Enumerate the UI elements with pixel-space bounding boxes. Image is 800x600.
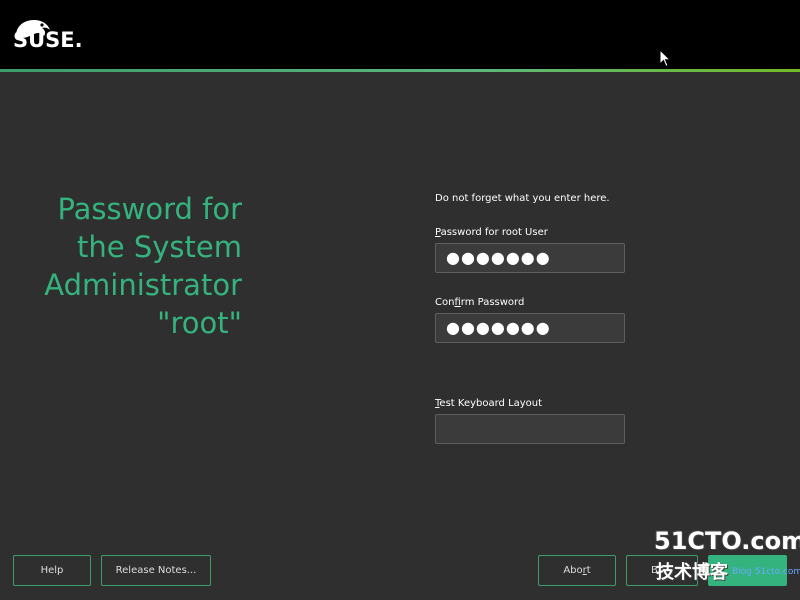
page-title-line: Password for <box>57 192 242 226</box>
watermark-blog: 技术博客 <box>656 562 728 583</box>
installer-screen: SUSE. Password for the System Administra… <box>0 0 800 600</box>
keyboard-test-label-text: est Keyboard Layout <box>439 398 543 409</box>
watermark: 51CTO.com 技术博客 Blog 51cto.com <box>654 527 800 587</box>
page-title-line: "root" <box>157 306 242 340</box>
header-accent-line <box>0 69 800 72</box>
keyboard-test-field[interactable] <box>435 414 625 444</box>
confirm-label-prefix: Con <box>435 297 455 308</box>
top-bar: SUSE. <box>0 0 800 69</box>
suse-logo-text: SUSE. <box>13 28 83 52</box>
abort-label-suffix: t <box>586 565 591 576</box>
help-button[interactable]: Help <box>13 555 91 586</box>
abort-button[interactable]: Abort <box>538 555 616 586</box>
password-label-text: assword for root User <box>440 227 548 238</box>
password-label: Password for root User <box>435 227 548 238</box>
password-field-value: ●●●●●●● <box>446 248 551 267</box>
confirm-label-text: irm Password <box>460 297 525 308</box>
abort-label-prefix: Abo <box>563 565 583 576</box>
confirm-password-field[interactable]: ●●●●●●● <box>435 313 625 343</box>
mouse-pointer-icon <box>659 49 671 68</box>
password-field[interactable]: ●●●●●●● <box>435 243 625 273</box>
watermark-url: Blog 51cto.com <box>732 567 800 577</box>
confirm-password-label: Confirm Password <box>435 297 524 308</box>
keyboard-test-label: Test Keyboard Layout <box>435 398 542 409</box>
release-notes-button[interactable]: Release Notes... <box>101 555 211 586</box>
page-title-line: the System <box>77 230 242 264</box>
watermark-site: 51CTO.com <box>654 527 800 555</box>
confirm-password-field-value: ●●●●●●● <box>446 318 551 337</box>
page-title: Password for the System Administrator "r… <box>20 190 242 342</box>
page-title-line: Administrator <box>44 268 242 302</box>
password-hint: Do not forget what you enter here. <box>435 193 610 204</box>
